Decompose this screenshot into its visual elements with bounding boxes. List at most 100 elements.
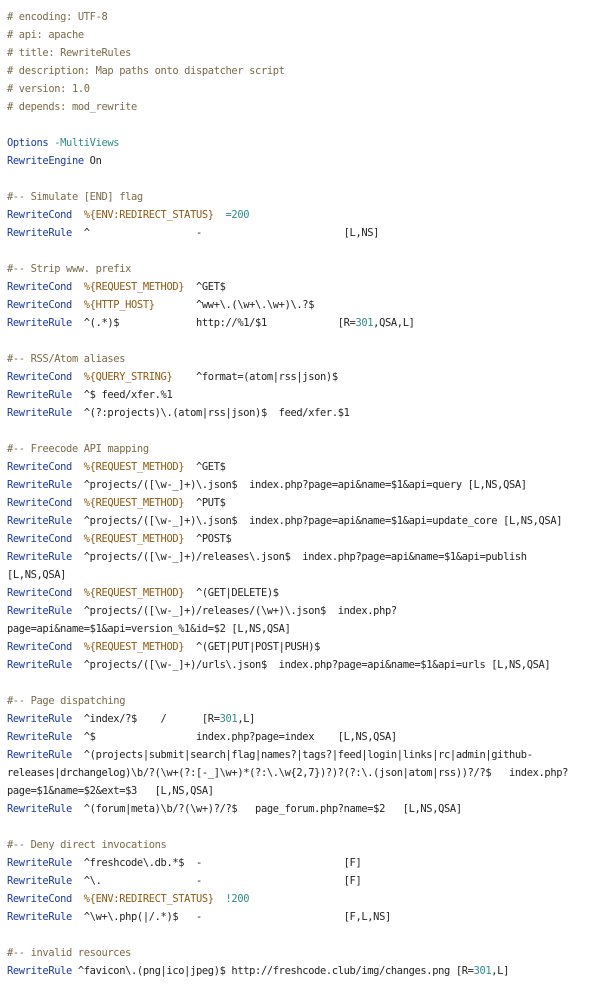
code-line: RewriteRule ^(.*)$ http://%1/$1 [R=301,Q…	[7, 314, 595, 332]
rule-text	[72, 209, 84, 221]
code-line: RewriteRule ^favicon\.(png|ico|jpeg)$ ht…	[7, 962, 595, 980]
rule-text: releases|drchangelog)\b/?(\w+(?:[-_]\w+)…	[7, 767, 569, 779]
directive-keyword: RewriteCond	[7, 641, 72, 653]
rule-text: ^PUT$	[184, 497, 226, 509]
rule-text: page=api&name=$1&api=version_%1&id=$2 [L…	[7, 623, 291, 635]
code-line: RewriteRule ^(?:projects)\.(atom|rss|jso…	[7, 404, 595, 422]
code-line: RewriteRule ^projects/([\w-_]+)/urls\.js…	[7, 656, 595, 674]
rule-text: ^ww+\.(\w+\.\w+)\.?$	[154, 299, 315, 311]
code-line: page=$1&name=$2&ext=$3 [L,NS,QSA]	[7, 782, 595, 800]
code-line: # api: apache	[7, 26, 595, 44]
rule-text	[214, 893, 226, 905]
operator-text: !200	[225, 893, 250, 905]
code-line: RewriteRule ^freshcode\.db.*$ - [F]	[7, 854, 595, 872]
code-line: RewriteRule ^(forum|meta)\b/?(\w+)?/?$ p…	[7, 800, 595, 818]
server-variable: %{ENV:REDIRECT_STATUS}	[83, 209, 214, 221]
code-line: #-- Simulate [END] flag	[7, 188, 595, 206]
rule-text	[72, 497, 84, 509]
directive-keyword: RewriteCond	[7, 299, 72, 311]
comment-text: #-- invalid resources	[7, 947, 132, 959]
code-line: RewriteCond %{REQUEST_METHOD} ^(GET|PUT|…	[7, 638, 595, 656]
rule-text: ^ - [L,NS]	[71, 227, 380, 239]
rule-text	[72, 461, 84, 473]
comment-text: #-- Strip www. prefix	[7, 263, 132, 275]
rule-text: ^projects/([\w-_]+)/releases/(\w+)\.json…	[71, 605, 397, 617]
rule-text	[72, 299, 84, 311]
directive-keyword: RewriteCond	[7, 371, 72, 383]
comment-text: #-- Page dispatching	[7, 695, 126, 707]
rule-text: ^projects/([\w-_]+)/urls\.json$ index.ph…	[71, 659, 551, 671]
rule-text: ^projects/([\w-_]+)\.json$ index.php?pag…	[71, 479, 527, 491]
status-number: 301	[473, 965, 492, 977]
directive-keyword: RewriteRule	[7, 911, 72, 923]
rule-text: ^projects/([\w-_]+)/releases\.json$ inde…	[71, 551, 527, 563]
directive-keyword: RewriteRule	[7, 551, 72, 563]
directive-keyword: RewriteRule	[7, 875, 72, 887]
rule-text: ^format=(atom|rss|json)$	[172, 371, 338, 383]
comment-text: # description: Map paths onto dispatcher…	[7, 65, 285, 77]
code-line: [L,NS,QSA]	[7, 566, 595, 584]
directive-keyword: RewriteCond	[7, 281, 72, 293]
directive-keyword: RewriteRule	[7, 965, 72, 977]
code-line: #-- Strip www. prefix	[7, 260, 595, 278]
rule-text: ^GET$	[184, 461, 226, 473]
code-line: RewriteRule ^\w+\.php(|/.*)$ - [F,L,NS]	[7, 908, 595, 926]
comment-text: #-- RSS/Atom aliases	[7, 353, 126, 365]
code-line: page=api&name=$1&api=version_%1&id=$2 [L…	[7, 620, 595, 638]
code-line: RewriteRule ^$ index.php?page=index [L,N…	[7, 728, 595, 746]
rule-text	[72, 641, 84, 653]
rule-text: ,L]	[491, 965, 509, 977]
code-listing: # encoding: UTF-8 # api: apache # title: R…	[7, 8, 595, 980]
comment-text: #-- Deny direct invocations	[7, 839, 167, 851]
directive-keyword: RewriteRule	[7, 659, 72, 671]
operator-text: -MultiViews	[54, 137, 120, 149]
rule-text: [L,NS,QSA]	[7, 569, 67, 581]
directive-keyword: RewriteRule	[7, 515, 72, 527]
directive-keyword: RewriteCond	[7, 497, 72, 509]
comment-text: #-- Freecode API mapping	[7, 443, 149, 455]
code-line: RewriteRule ^\. - [F]	[7, 872, 595, 890]
comment-text: # api: apache	[7, 29, 84, 41]
directive-keyword: RewriteRule	[7, 731, 72, 743]
code-line: RewriteCond %{REQUEST_METHOD} ^GET$	[7, 458, 595, 476]
rule-text: ^projects/([\w-_]+)\.json$ index.php?pag…	[71, 515, 563, 527]
rule-text: ^favicon\.(png|ico|jpeg)$ http://freshco…	[71, 965, 474, 977]
rule-text: ^freshcode\.db.*$ - [F]	[71, 857, 362, 869]
server-variable: %{REQUEST_METHOD}	[83, 533, 185, 545]
rule-text: ^(?:projects)\.(atom|rss|json)$ feed/xfe…	[71, 407, 350, 419]
rule-text: ^(projects|submit|search|flag|names?|tag…	[71, 749, 533, 761]
rule-text: ^(.*)$ http://%1/$1 [R=	[71, 317, 356, 329]
server-variable: %{REQUEST_METHOD}	[83, 461, 185, 473]
directive-keyword: RewriteEngine	[7, 155, 84, 167]
code-line: #-- invalid resources	[7, 944, 595, 962]
directive-keyword: RewriteRule	[7, 803, 72, 815]
comment-text: # encoding: UTF-8	[7, 11, 108, 23]
server-variable: %{REQUEST_METHOD}	[83, 587, 185, 599]
code-line: #-- Freecode API mapping	[7, 440, 595, 458]
code-line: # depends: mod_rewrite	[7, 98, 595, 116]
code-line: RewriteCond %{REQUEST_METHOD} ^(GET|DELE…	[7, 584, 595, 602]
directive-keyword: RewriteCond	[7, 893, 72, 905]
rule-text	[214, 209, 226, 221]
code-line: #-- Page dispatching	[7, 692, 595, 710]
code-line: RewriteCond %{ENV:REDIRECT_STATUS} !200	[7, 890, 595, 908]
directive-keyword: RewriteRule	[7, 407, 72, 419]
code-line: RewriteCond %{QUERY_STRING} ^format=(ato…	[7, 368, 595, 386]
directive-keyword: RewriteRule	[7, 389, 72, 401]
code-line: # description: Map paths onto dispatcher…	[7, 62, 595, 80]
code-line: RewriteCond %{HTTP_HOST} ^ww+\.(\w+\.\w+…	[7, 296, 595, 314]
server-variable: %{REQUEST_METHOD}	[83, 281, 185, 293]
code-line: RewriteRule ^(projects|submit|search|fla…	[7, 746, 595, 764]
server-variable: %{HTTP_HOST}	[83, 299, 155, 311]
operator-text: =200	[225, 209, 250, 221]
rule-text: ,QSA,L]	[373, 317, 415, 329]
comment-text: # depends: mod_rewrite	[7, 101, 137, 113]
code-line: #-- Deny direct invocations	[7, 836, 595, 854]
